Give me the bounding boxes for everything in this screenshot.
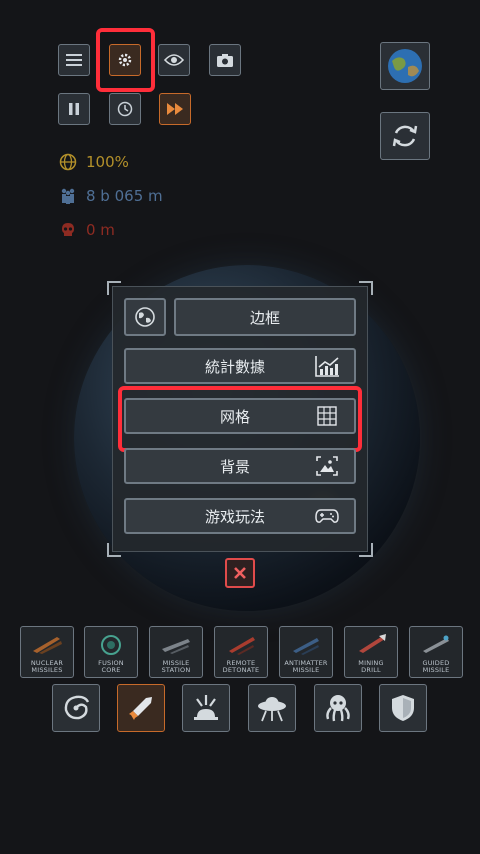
gameplay-label: 游戏玩法 — [204, 507, 265, 526]
visibility-button[interactable] — [158, 44, 190, 76]
deaths-value: 0 m — [86, 221, 115, 239]
border-label: 边框 — [249, 308, 280, 327]
missile-station-icon — [162, 639, 190, 654]
weapon-missile-station[interactable]: MISSILE STATION — [149, 626, 203, 678]
screenshot-button[interactable] — [209, 44, 241, 76]
galaxy-icon — [64, 695, 90, 720]
pause-icon — [69, 103, 79, 115]
menu-button[interactable] — [58, 44, 90, 76]
mining-drill-icon — [359, 634, 386, 653]
weapon-label: MISSILE STATION — [161, 659, 191, 674]
planet-select-button[interactable] — [380, 42, 430, 90]
deaths-stat: 0 m — [58, 220, 115, 240]
image-icon — [314, 455, 340, 477]
habitability-stat: 100% — [58, 152, 129, 172]
panel-corner — [107, 543, 121, 557]
border-button[interactable]: 边框 — [174, 298, 356, 336]
reset-button[interactable] — [380, 112, 430, 160]
skull-icon — [58, 220, 78, 240]
category-ufo[interactable] — [248, 684, 296, 732]
habitability-value: 100% — [86, 153, 129, 171]
globe-icon — [58, 152, 78, 172]
missile-icon — [129, 697, 152, 720]
eye-icon — [164, 54, 184, 66]
weapon-label: NUCLEAR MISSILES — [30, 659, 64, 674]
refresh-icon — [392, 125, 418, 147]
category-defense[interactable] — [379, 684, 427, 732]
fusion-core-icon — [101, 635, 121, 655]
panel-corner — [107, 281, 121, 295]
close-icon — [234, 567, 246, 579]
pause-button[interactable] — [58, 93, 90, 125]
hamburger-icon — [66, 54, 82, 66]
category-galaxy[interactable] — [52, 684, 100, 732]
weapon-nuclear-missiles[interactable]: NUCLEAR MISSILES — [20, 626, 74, 678]
ufo-icon — [258, 697, 286, 722]
weapon-label: REMOTE DETONATE — [222, 659, 260, 674]
grid-highlight — [118, 386, 362, 452]
category-weapons[interactable] — [117, 684, 165, 732]
population-stat: 8 b 065 m — [58, 186, 163, 206]
population-value: 8 b 065 m — [86, 187, 163, 205]
gameplay-button[interactable]: 游戏玩法 — [124, 498, 356, 534]
fast-forward-button[interactable] — [159, 93, 191, 125]
weapon-antimatter-missile[interactable]: ANTIMATTER MISSILE — [279, 626, 333, 678]
globe-icon — [135, 307, 155, 327]
close-button[interactable] — [225, 558, 255, 588]
settings-highlight — [96, 28, 155, 92]
guided-missile-icon — [423, 635, 449, 653]
panel-corner — [359, 543, 373, 557]
background-button[interactable]: 背景 — [124, 448, 356, 484]
category-impact[interactable] — [182, 684, 230, 732]
shield-icon — [392, 695, 414, 721]
people-icon — [58, 186, 78, 206]
weapon-label: FUSION CORE — [98, 659, 124, 674]
weapon-remote-detonate[interactable]: REMOTE DETONATE — [214, 626, 268, 678]
category-monster[interactable] — [314, 684, 362, 732]
time-button[interactable] — [109, 93, 141, 125]
nuclear-missile-icon — [33, 637, 62, 654]
weapon-mining-drill[interactable]: MINING DRILL — [344, 626, 398, 678]
weapon-label: ANTIMATTER MISSILE — [284, 659, 328, 674]
chart-icon — [314, 355, 340, 377]
weapon-label: GUIDED MISSILE — [422, 659, 450, 674]
weapon-guided-missile[interactable]: GUIDED MISSILE — [409, 626, 463, 678]
planet-toggle-button[interactable] — [124, 298, 166, 336]
background-label: 背景 — [219, 457, 250, 476]
panel-corner — [359, 281, 373, 295]
antimatter-missile-icon — [293, 638, 319, 655]
weapon-label: MINING DRILL — [358, 659, 384, 674]
earth-icon — [388, 49, 422, 83]
clock-icon — [117, 101, 133, 117]
statistics-label: 統計數據 — [204, 357, 265, 376]
fast-forward-icon — [167, 103, 183, 115]
weapon-fusion-core[interactable]: FUSION CORE — [84, 626, 138, 678]
gamepad-icon — [314, 505, 340, 527]
octopus-icon — [326, 695, 350, 722]
impact-icon — [194, 695, 218, 720]
camera-icon — [217, 53, 233, 67]
statistics-button[interactable]: 統計數據 — [124, 348, 356, 384]
remote-detonate-icon — [229, 637, 255, 655]
